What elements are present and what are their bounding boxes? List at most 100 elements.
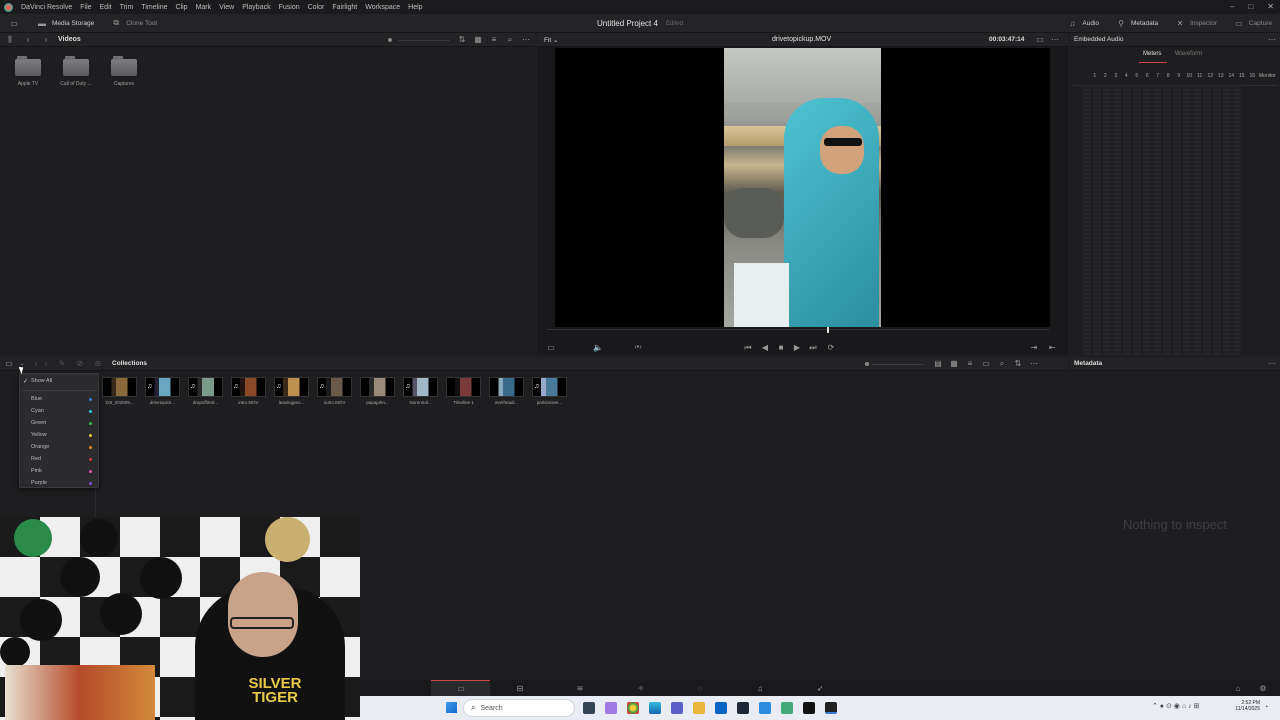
menu-trim[interactable]: Trim — [120, 4, 134, 11]
zoom-slider-handle[interactable] — [388, 38, 392, 42]
notification-icon[interactable]: ◔ — [1264, 704, 1268, 711]
photos-icon[interactable] — [781, 702, 793, 714]
play-reverse-icon[interactable]: ◀ — [759, 342, 771, 354]
more-options-icon[interactable]: ⋯ — [1266, 358, 1278, 370]
capture-toggle-button[interactable]: ▭ Capture — [1225, 14, 1280, 33]
more-options-icon[interactable]: ⋯ — [1028, 358, 1040, 370]
clip-thumbnail[interactable]: ♫ parkinssee... — [528, 377, 571, 405]
media-page-icon[interactable]: ▭ — [455, 682, 467, 694]
menu-fusion[interactable]: Fusion — [279, 4, 300, 11]
tag-icon[interactable]: ⊘ — [74, 358, 86, 370]
more-options-icon[interactable]: ⋯ — [520, 34, 532, 46]
forward-icon[interactable]: › — [40, 34, 52, 46]
jog-icon[interactable]: ‹•› — [632, 342, 644, 354]
dropdown-option-cyan[interactable]: Cyan — [31, 408, 44, 414]
grid-view-icon[interactable]: ▦ — [472, 34, 484, 46]
clip-thumbnail[interactable]: overheadi... — [485, 377, 528, 405]
menu-view[interactable]: View — [219, 4, 234, 11]
viewer-mode-icon[interactable]: ▭ — [1034, 34, 1046, 46]
panel-toggle-button[interactable]: ▭ — [0, 14, 28, 33]
inspector-toggle-button[interactable]: ✕ Inspector — [1166, 14, 1225, 33]
tab-meters[interactable]: Meters — [1143, 51, 1161, 57]
dropdown-option-yellow[interactable]: Yellow — [31, 432, 47, 438]
clip-thumbnail[interactable]: ♫ storerotol... — [399, 377, 442, 405]
clip-thumbnail[interactable]: ♫ leavingpeo... — [270, 377, 313, 405]
edge-icon[interactable] — [649, 702, 661, 714]
dropdown-option-green[interactable]: Green — [31, 420, 46, 426]
list-view-icon[interactable]: ≡ — [964, 358, 976, 370]
davinci-resolve-taskbar-icon[interactable] — [825, 702, 837, 714]
search-icon[interactable]: ⌕ — [996, 358, 1008, 370]
clip-thumbnail[interactable]: ♫ drivetopick... — [141, 377, 184, 405]
menu-edit[interactable]: Edit — [100, 4, 112, 11]
fairlight-page-icon[interactable]: ♫ — [754, 682, 766, 694]
tab-waveform[interactable]: Waveform — [1175, 51, 1202, 57]
more-options-icon[interactable]: ⋯ — [1266, 34, 1278, 46]
steam-icon[interactable] — [737, 702, 749, 714]
terminal-icon[interactable] — [803, 702, 815, 714]
taskbar-search-box[interactable]: ⌕ Search — [463, 699, 575, 717]
dropdown-option-red[interactable]: Red — [31, 456, 41, 462]
fusion-page-icon[interactable]: ✧ — [635, 682, 647, 694]
audio-toggle-button[interactable]: ♫ Audio — [1058, 14, 1107, 33]
metadata-toggle-button[interactable]: ⚲ Metadata — [1107, 14, 1166, 33]
sort-icon[interactable]: ⇅ — [1012, 358, 1024, 370]
dropdown-option-orange[interactable]: Orange — [31, 444, 49, 450]
menu-playback[interactable]: Playback — [242, 4, 270, 11]
color-page-icon[interactable]: ◌ — [694, 682, 706, 694]
dropdown-option-purple[interactable]: Purple — [31, 480, 47, 486]
copilot-icon[interactable] — [605, 702, 617, 714]
fit-dropdown[interactable]: Fit ⌄ — [544, 36, 559, 44]
dropdown-option-blue[interactable]: Blue — [31, 396, 42, 402]
go-to-start-icon[interactable]: ⏮ — [742, 342, 754, 354]
metadata-view-icon[interactable]: ▤ — [932, 358, 944, 370]
menu-mark[interactable]: Mark — [196, 4, 212, 11]
windows-start-icon[interactable] — [446, 702, 457, 713]
dropdown-show-all[interactable]: Show All — [31, 378, 52, 384]
stop-icon[interactable]: ■ — [775, 342, 787, 354]
search-icon[interactable]: ⌕ — [504, 34, 516, 46]
back-icon[interactable]: ‹ — [22, 34, 34, 46]
cut-page-icon[interactable]: ⊟ — [514, 682, 526, 694]
close-icon[interactable]: ✕ — [1267, 2, 1274, 11]
filmstrip-icon[interactable]: ▭ — [980, 358, 992, 370]
clip-thumbnail[interactable]: Timeline 1 — [442, 377, 485, 405]
clip-thumbnail[interactable]: DJI_202509... — [98, 377, 141, 405]
edit-page-icon[interactable]: ≋ — [574, 682, 586, 694]
sidebar-toggle-icon[interactable]: ⫼ — [4, 34, 16, 46]
minimize-icon[interactable]: – — [1230, 2, 1234, 11]
go-to-end-icon[interactable]: ⏭ — [807, 342, 819, 354]
folder-item[interactable]: Captures — [100, 56, 148, 87]
grid-view-icon[interactable]: ▦ — [948, 358, 960, 370]
forward-icon[interactable]: › — [40, 358, 52, 370]
folder-item[interactable]: Call of Duty ... — [52, 56, 100, 87]
mark-in-icon[interactable]: ⇥ — [1028, 342, 1040, 354]
deliver-page-icon[interactable]: ➶ — [814, 682, 826, 694]
thumbnail-size-handle[interactable] — [865, 362, 869, 366]
edit-icon[interactable]: ✎ — [56, 358, 68, 370]
media-storage-button[interactable]: ▬ Media Storage — [28, 14, 102, 33]
loop-icon[interactable]: ⟳ — [825, 342, 837, 354]
clip-thumbnail[interactable]: papajohn... — [356, 377, 399, 405]
clone-tool-button[interactable]: ⧉ Clone Tool — [102, 14, 165, 33]
more-options-icon[interactable]: ⋯ — [1049, 34, 1061, 46]
playhead[interactable] — [827, 327, 829, 333]
chrome-icon[interactable] — [627, 702, 639, 714]
task-view-icon[interactable] — [583, 702, 595, 714]
sort-icon[interactable]: ⇅ — [456, 34, 468, 46]
menu-workspace[interactable]: Workspace — [365, 4, 400, 11]
list-view-icon[interactable]: ≡ — [488, 34, 500, 46]
clip-thumbnail[interactable]: ♫ intro.MOV — [227, 377, 270, 405]
zoom-slider-track[interactable] — [398, 40, 450, 41]
file-explorer-icon[interactable] — [693, 702, 705, 714]
scrub-bar[interactable] — [547, 329, 1049, 330]
clock[interactable]: 2:52 PM 11/14/2025 — [1215, 700, 1260, 712]
volume-icon[interactable]: 🔈 — [592, 342, 604, 354]
link-icon[interactable]: ⊝ — [92, 358, 104, 370]
menu-color[interactable]: Color — [308, 4, 325, 11]
home-icon[interactable]: ⌂ — [1232, 682, 1244, 694]
outlook-icon[interactable] — [715, 702, 727, 714]
menu-help[interactable]: Help — [408, 4, 422, 11]
mark-out-icon[interactable]: ⇤ — [1046, 342, 1058, 354]
viewer-layout-icon[interactable]: ▭ — [545, 342, 557, 354]
